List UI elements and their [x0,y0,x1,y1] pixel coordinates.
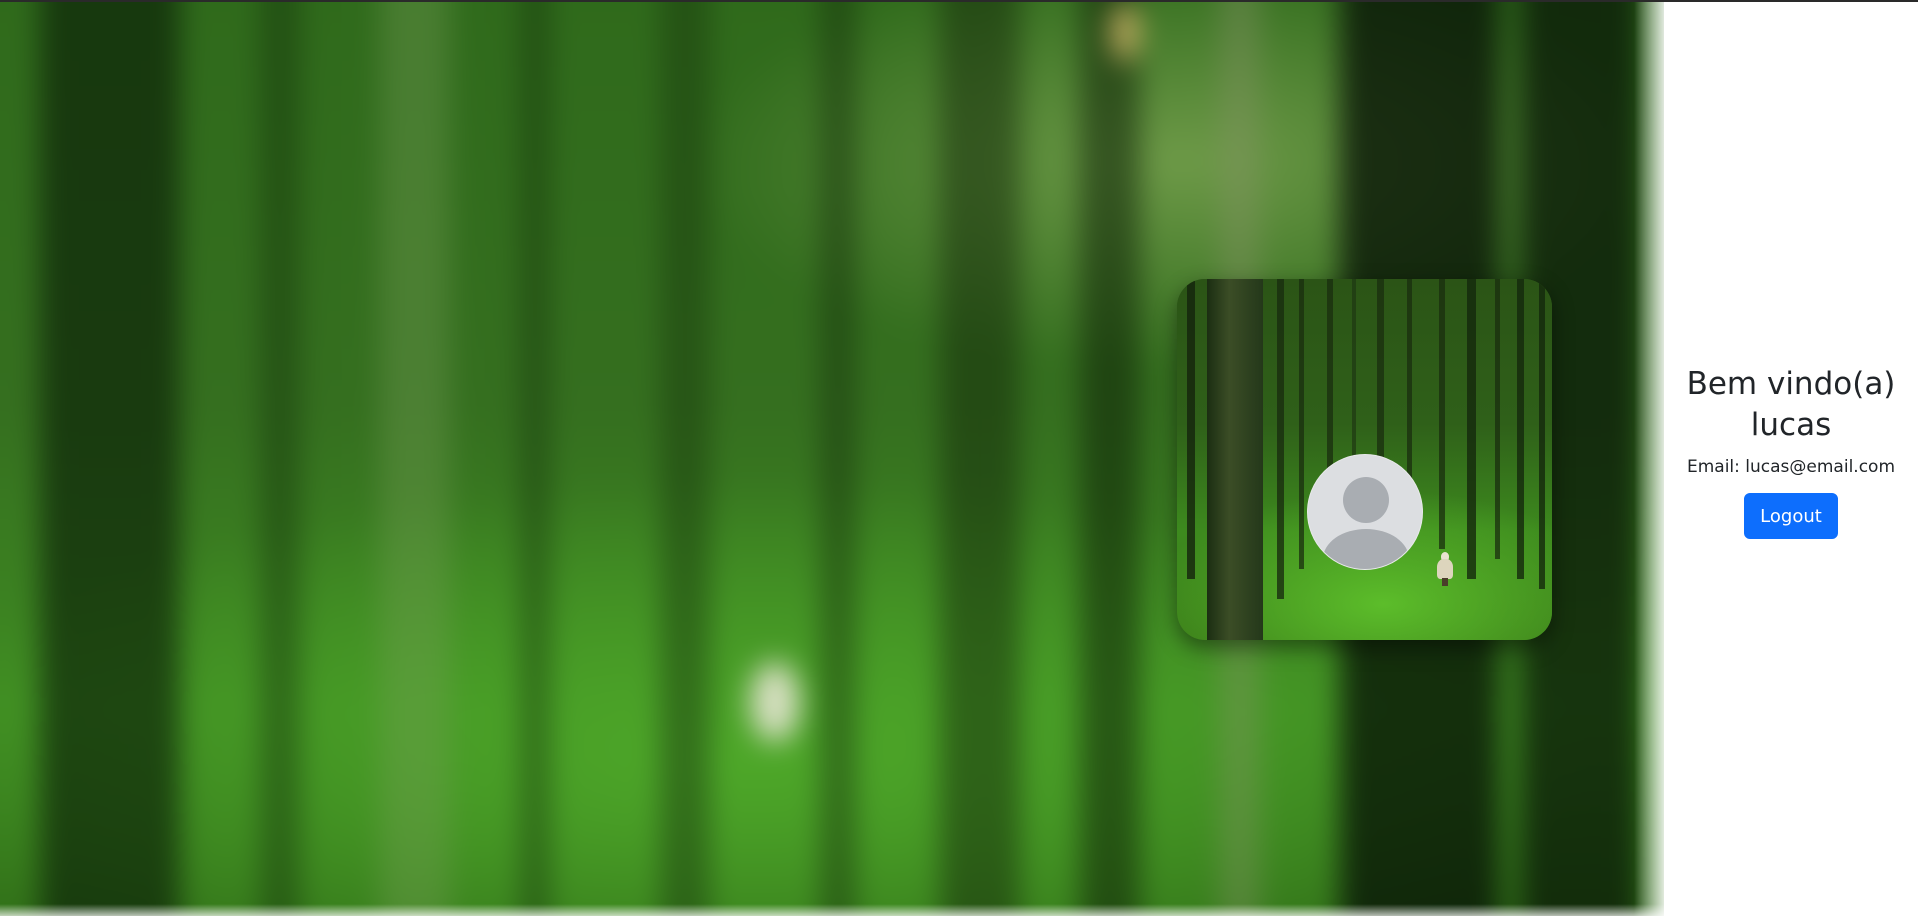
welcome-heading: Bem vindo(a) lucas [1664,364,1918,446]
hiker-figure [1436,552,1454,586]
welcome-text: Bem vindo(a) [1686,366,1896,402]
email-value: lucas@email.com [1745,457,1896,477]
email-line: Email: lucas@email.com [1664,455,1918,479]
user-avatar-icon [1307,454,1423,570]
logout-button[interactable]: Logout [1744,493,1838,539]
profile-card-image [1177,279,1552,640]
profile-info: Bem vindo(a) lucas Email: lucas@email.co… [1664,364,1918,539]
email-label: Email: [1686,457,1740,477]
username-text: lucas [1750,407,1832,443]
